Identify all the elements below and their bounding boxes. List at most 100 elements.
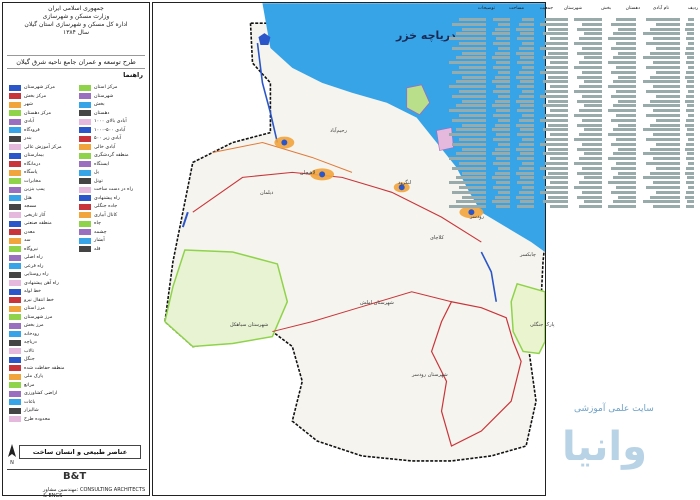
table-cell — [615, 18, 636, 21]
legend-label: درمانگاه — [24, 161, 41, 167]
table-cell — [581, 190, 602, 194]
legend-label: تالاب — [24, 348, 35, 354]
table-cell — [550, 157, 568, 161]
legend-label: سد — [24, 238, 31, 243]
firm-label: مهندسین مشاور: CONSULTING ARCHITECTS & E… — [43, 487, 146, 499]
table-cell — [685, 61, 694, 65]
table-cell — [491, 56, 510, 60]
table-cell — [493, 42, 510, 45]
table-cell — [608, 37, 636, 41]
table-cell — [610, 70, 636, 74]
table-cell — [581, 70, 602, 74]
table-row — [462, 99, 698, 104]
legend-swatch — [79, 246, 91, 252]
table-cell — [579, 181, 602, 185]
table-cell — [496, 181, 510, 185]
table-cell — [643, 56, 680, 60]
table-cell — [493, 18, 510, 21]
table-cell — [643, 152, 680, 156]
legend-label: منطقه صنعتی — [24, 221, 52, 226]
table-cell — [581, 118, 602, 122]
table-cell — [652, 61, 680, 65]
table-cell — [579, 61, 602, 65]
table-cell — [545, 162, 568, 165]
table-cell — [608, 133, 636, 137]
legend-swatch — [79, 84, 91, 91]
north-arrow-icon: N — [8, 444, 16, 465]
table-row — [455, 128, 698, 132]
table-cell — [618, 195, 636, 199]
legend-label: پاسگاه — [24, 170, 38, 175]
legend-swatch — [9, 331, 21, 337]
legend-swatch — [79, 135, 91, 142]
table-cell — [608, 85, 636, 89]
table-cell — [610, 166, 636, 170]
legend-swatch — [9, 110, 21, 116]
table-cell — [579, 157, 602, 161]
table-header-cell: جمعیت — [539, 6, 553, 11]
legend-swatch — [9, 195, 21, 201]
table-cell — [496, 85, 510, 89]
table-cell — [542, 200, 568, 204]
table-cell — [462, 195, 486, 199]
table-cell — [493, 114, 510, 117]
table-row — [458, 66, 698, 70]
table-cell — [491, 80, 510, 84]
table-cell — [520, 128, 534, 132]
legend-swatch — [9, 280, 21, 286]
table-row — [455, 56, 698, 60]
legend-swatch — [9, 101, 21, 108]
legend-swatch — [79, 229, 91, 235]
region-label-east: شهرستان رودسر — [412, 372, 448, 378]
table-cell — [494, 75, 510, 79]
table-body — [449, 18, 698, 218]
table-cell — [613, 176, 636, 180]
table-row — [452, 142, 698, 147]
place-label-5: کلاچای — [430, 235, 444, 241]
table-cell — [615, 42, 636, 45]
legend-swatch — [9, 169, 21, 176]
table-cell — [540, 46, 568, 50]
table-cell — [608, 205, 636, 209]
table-cell — [687, 80, 694, 84]
header-line-2: وزارت مسکن و شهرسازی — [42, 13, 110, 20]
table-row — [452, 94, 698, 99]
table-cell — [687, 128, 694, 132]
legend-label: رودخانه — [24, 331, 40, 337]
table-cell — [550, 85, 568, 89]
table-cell — [615, 90, 636, 93]
table-cell — [618, 147, 636, 151]
table-cell — [496, 205, 510, 209]
table-cell — [656, 70, 680, 74]
legend-swatch — [9, 127, 21, 133]
table-cell — [458, 114, 486, 117]
table-cell — [685, 109, 694, 113]
legend-swatch — [9, 407, 21, 414]
table-cell — [491, 32, 510, 36]
legend-swatch — [9, 365, 21, 371]
table-cell — [581, 166, 602, 170]
legend-label: معدن — [24, 229, 35, 235]
table-cell — [515, 75, 534, 79]
table-cell — [449, 205, 486, 209]
legend-label: مسجد — [24, 204, 37, 209]
table-cell — [520, 56, 534, 60]
table-cell — [452, 94, 486, 98]
table-cell — [646, 114, 680, 117]
table-cell — [547, 27, 568, 31]
legend-label: شهر — [24, 102, 33, 107]
table-row — [452, 166, 698, 171]
legend-panel: جمهوری اسلامی ایران وزارت مسکن و شهرسازی… — [2, 2, 150, 499]
table-cell — [515, 147, 534, 151]
table-cell — [686, 118, 694, 122]
legend-item: محدوده طرح — [9, 415, 50, 424]
table-cell — [581, 142, 602, 146]
legend-label: راه آهن پیشنهادی — [24, 280, 59, 286]
legend-swatch — [79, 237, 91, 244]
table-cell — [618, 171, 636, 175]
table-cell — [452, 142, 486, 146]
legend-swatch — [9, 305, 21, 312]
table-cell — [643, 200, 680, 204]
legend-swatch — [79, 101, 91, 108]
table-cell — [686, 22, 694, 26]
